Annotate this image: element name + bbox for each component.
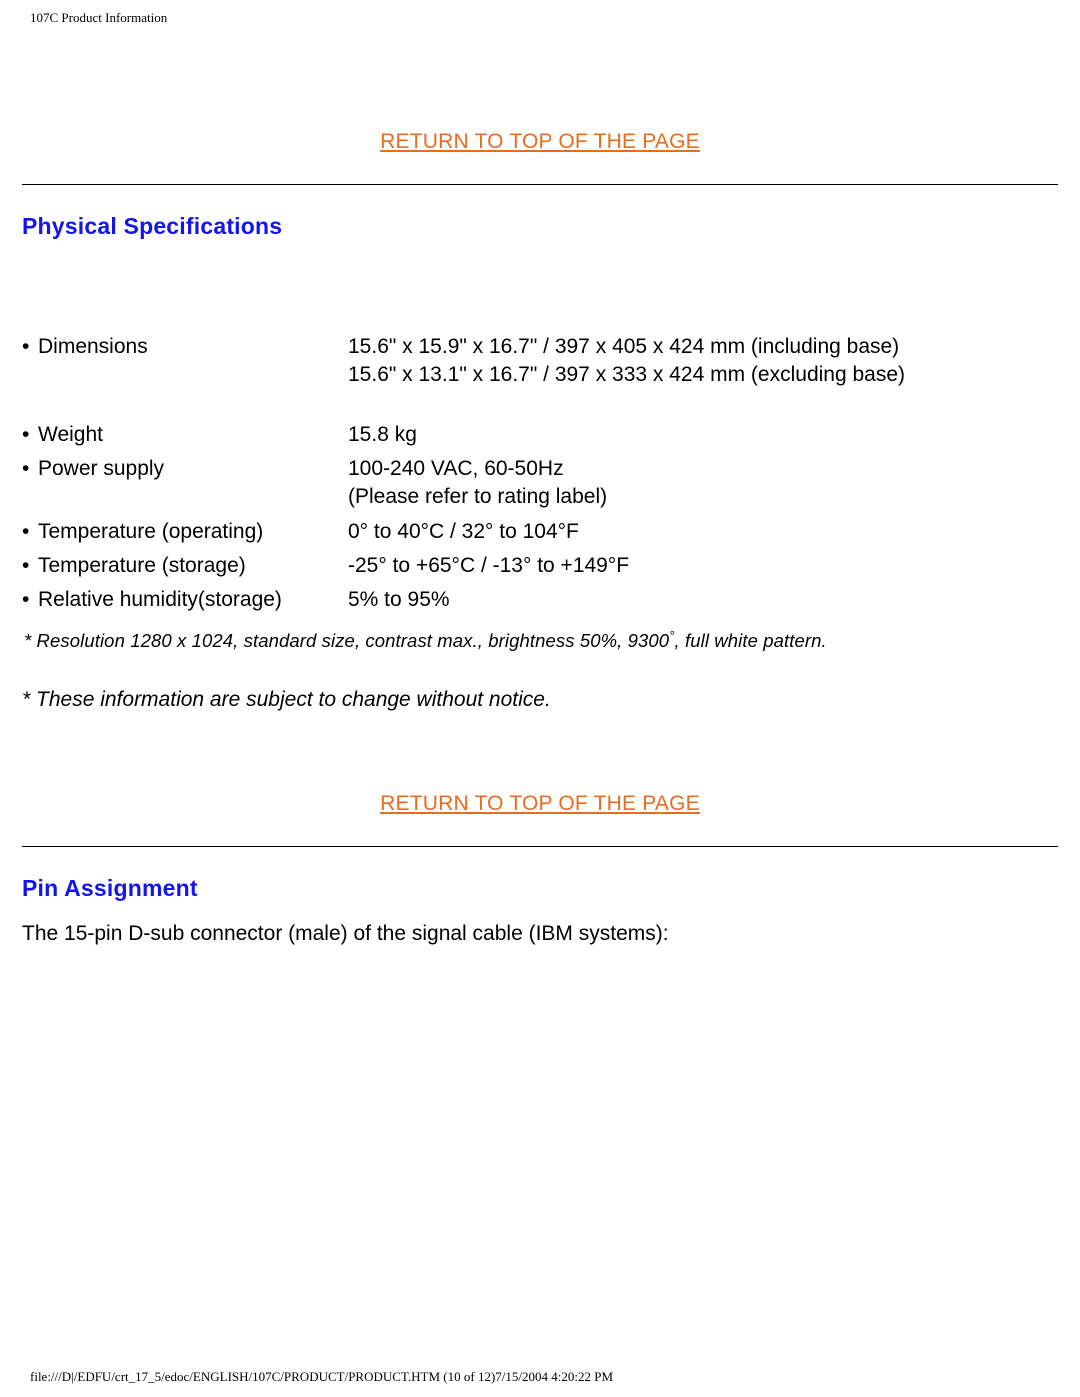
return-to-top-link[interactable]: RETURN TO TOP OF THE PAGE: [22, 792, 1058, 816]
physical-specifications-heading: Physical Specifications: [22, 213, 1058, 240]
spec-label-power-supply: Power supply: [38, 452, 348, 515]
footnote-resolution-prefix: * Resolution 1280 x 1024, standard size,…: [24, 630, 669, 651]
spec-value-temp-operating: 0° to 40°C / 32° to 104°F: [348, 515, 1058, 549]
table-row: • Relative humidity(storage) 5% to 95%: [22, 583, 1058, 617]
footnote-subject-to-change: * These information are subject to chang…: [22, 688, 1058, 712]
power-supply-line1: 100-240 VAC, 60-50Hz: [348, 457, 564, 480]
bullet: •: [22, 330, 38, 418]
return-to-top-link[interactable]: RETURN TO TOP OF THE PAGE: [22, 130, 1058, 154]
page-header: 107C Product Information: [30, 10, 167, 26]
power-supply-line2: (Please refer to rating label): [348, 485, 607, 508]
divider: [22, 184, 1058, 185]
table-row: • Dimensions 15.6" x 15.9" x 16.7" / 397…: [22, 330, 1058, 418]
spec-label-temp-operating: Temperature (operating): [38, 515, 348, 549]
specifications-table: • Dimensions 15.6" x 15.9" x 16.7" / 397…: [22, 330, 1058, 618]
dimensions-inc-base: 15.6" x 15.9" x 16.7" / 397 x 405 x 424 …: [348, 335, 899, 358]
spec-label-humidity-storage: Relative humidity(storage): [38, 583, 348, 617]
page-footer: file:///D|/EDFU/crt_17_5/edoc/ENGLISH/10…: [30, 1369, 613, 1385]
pin-assignment-heading: Pin Assignment: [22, 875, 1058, 902]
bullet: •: [22, 515, 38, 549]
table-row: • Temperature (operating) 0° to 40°C / 3…: [22, 515, 1058, 549]
bullet: •: [22, 418, 38, 452]
divider: [22, 846, 1058, 847]
footnote-resolution: * Resolution 1280 x 1024, standard size,…: [24, 628, 1058, 652]
content-area: RETURN TO TOP OF THE PAGE Physical Speci…: [22, 100, 1058, 966]
footnote-resolution-suffix: , full white pattern.: [675, 630, 827, 651]
bullet: •: [22, 549, 38, 583]
spec-value-humidity-storage: 5% to 95%: [348, 583, 1058, 617]
spec-value-weight: 15.8 kg: [348, 418, 1058, 452]
table-row: • Weight 15.8 kg: [22, 418, 1058, 452]
spec-value-dimensions: 15.6" x 15.9" x 16.7" / 397 x 405 x 424 …: [348, 330, 1058, 418]
dimensions-exc-base: 15.6" x 13.1" x 16.7" / 397 x 333 x 424 …: [348, 363, 905, 386]
spec-value-power-supply: 100-240 VAC, 60-50Hz (Please refer to ra…: [348, 452, 1058, 515]
table-row: • Power supply 100-240 VAC, 60-50Hz (Ple…: [22, 452, 1058, 515]
bullet: •: [22, 583, 38, 617]
spec-label-weight: Weight: [38, 418, 348, 452]
spec-value-temp-storage: -25° to +65°C / -13° to +149°F: [348, 549, 1058, 583]
table-row: • Temperature (storage) -25° to +65°C / …: [22, 549, 1058, 583]
spec-label-dimensions: Dimensions: [38, 330, 348, 418]
spec-label-temp-storage: Temperature (storage): [38, 549, 348, 583]
bullet: •: [22, 452, 38, 515]
pin-assignment-text: The 15-pin D-sub connector (male) of the…: [22, 922, 1058, 946]
